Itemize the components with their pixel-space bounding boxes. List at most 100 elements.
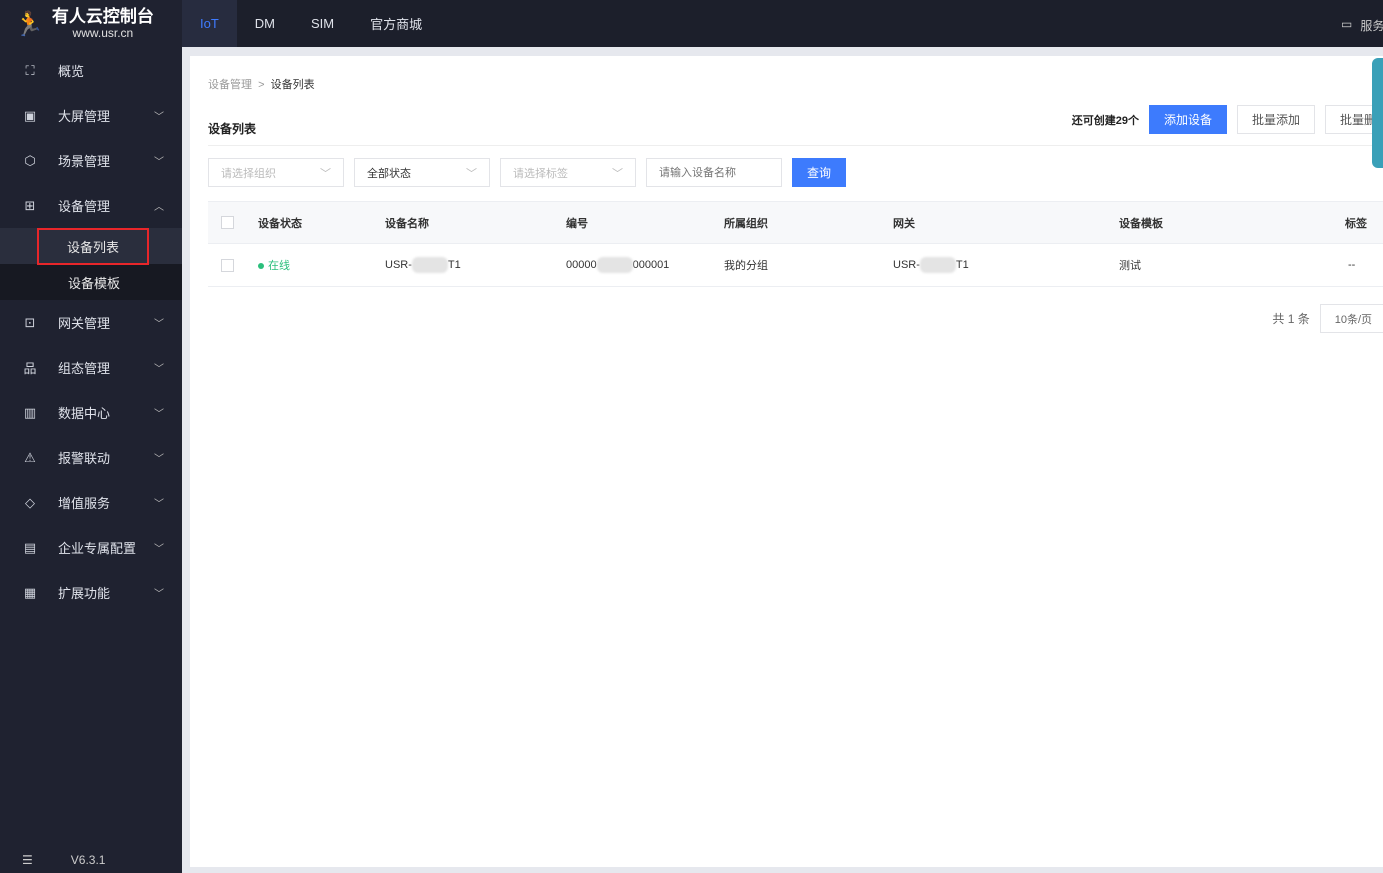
side-panel-handle[interactable] <box>1372 58 1383 168</box>
device-name-input[interactable] <box>646 158 782 187</box>
query-button[interactable]: 查询 <box>792 158 847 187</box>
main-card: 设备管理 > 设备列表 设备列表 还可创建29个 添加设备 批量添加 批量删除 … <box>190 56 1383 867</box>
top-nav: IoT DM SIM 官方商城 ▭ 服务 <box>182 0 1383 47</box>
redacted <box>919 257 956 273</box>
chevron-down-icon: ﹀ <box>466 167 477 180</box>
breadcrumb-device-mgmt[interactable]: 设备管理 <box>208 79 252 91</box>
tab-store[interactable]: 官方商城 <box>352 0 440 47</box>
sidebar-item-7[interactable]: ⚠ 报警联动 ﹀ <box>0 435 182 480</box>
logo[interactable]: 🏃 有人云控制台 www.usr.cn <box>0 0 182 48</box>
chat-icon: ▭ <box>1341 17 1353 31</box>
redacted <box>596 257 633 273</box>
app-url: www.usr.cn <box>72 26 134 40</box>
sidebar-item-3[interactable]: ⊞ 设备管理 ︿ <box>0 183 182 228</box>
chevron-down-icon: ﹀ <box>154 589 164 600</box>
row-checkbox[interactable] <box>221 258 234 272</box>
chevron-down-icon: ﹀ <box>612 167 623 180</box>
enterprise-icon: ▤ <box>23 539 37 555</box>
select-all-checkbox[interactable] <box>221 216 234 229</box>
chevron-down-icon: ﹀ <box>154 454 164 465</box>
sidebar-subitem-label: 设备模板 <box>68 275 121 291</box>
total-count: 共 1 条 <box>1272 312 1310 326</box>
page-size-select[interactable]: 10条/页 <box>1319 304 1383 333</box>
tab-sim[interactable]: SIM <box>293 0 352 47</box>
col-name: 设备名称 <box>385 217 429 230</box>
overview-icon: ⛶ <box>25 62 35 78</box>
sidebar-item-label: 扩展功能 <box>58 586 111 601</box>
version-label: V6.3.1 <box>70 853 106 867</box>
version: ☰ V6.3.1 <box>22 853 105 867</box>
online-dot-icon <box>258 263 264 269</box>
status-text: 在线 <box>268 260 290 272</box>
sidebar-subitem-label: 设备列表 <box>36 227 150 265</box>
name-prefix: USR- <box>385 258 412 271</box>
tab-dm[interactable]: DM <box>237 0 293 47</box>
divider <box>208 145 1383 146</box>
breadcrumb: 设备管理 > 设备列表 <box>208 79 315 91</box>
chevron-down-icon: ﹀ <box>154 319 164 330</box>
template-cell: 测试 <box>1119 260 1141 272</box>
col-template: 设备模板 <box>1119 217 1163 230</box>
sidebar-item-label: 企业专属配置 <box>58 541 137 556</box>
table-header: 设备状态 设备名称 编号 所属组织 网关 设备模板 标签 <box>208 201 1383 244</box>
col-org: 所属组织 <box>724 217 768 230</box>
service-button[interactable]: ▭ 服务 <box>1341 17 1383 34</box>
sn-cell: 00000 000001 <box>566 257 669 273</box>
sidebar: 🏃 有人云控制台 www.usr.cn ⛶ 概览 ▣ 大屏管理 ﹀ ⬡ 场景管理 ﹀ ⊞ 设备管理 ︿… <box>0 0 182 873</box>
scene-icon: ⬡ <box>24 152 36 168</box>
gw-prefix: USR- <box>893 258 920 271</box>
add-device-button[interactable]: 添加设备 <box>1148 105 1227 134</box>
table-row[interactable]: 在线 USR- T1 00000 000001 我的分组 USR- T1 测试 -- <box>208 244 1383 287</box>
diamond-icon: ◇ <box>25 494 35 510</box>
sn-prefix: 00000 <box>566 258 597 271</box>
org-placeholder: 请选择组织 <box>221 167 276 180</box>
logo-icon: 🏃 <box>14 10 44 38</box>
sidebar-item-1[interactable]: ▣ 大屏管理 ﹀ <box>0 93 182 138</box>
sidebar-item-5[interactable]: 品 组态管理 ﹀ <box>0 345 182 390</box>
chevron-down-icon: ﹀ <box>154 112 164 123</box>
sidebar-item-8[interactable]: ◇ 增值服务 ﹀ <box>0 480 182 525</box>
tag-cell: -- <box>1348 259 1356 271</box>
breadcrumb-current: 设备列表 <box>270 79 315 91</box>
sidebar-subitem-0[interactable]: 设备列表 <box>0 227 182 265</box>
sidebar-item-label: 场景管理 <box>58 154 111 169</box>
sn-suffix: 000001 <box>632 258 670 271</box>
sidebar-item-label: 组态管理 <box>58 361 111 376</box>
app-title: 有人云控制台 <box>51 7 154 26</box>
sidebar-item-2[interactable]: ⬡ 场景管理 ﹀ <box>0 138 182 183</box>
device-table: 设备状态 设备名称 编号 所属组织 网关 设备模板 标签 在线 USR- T1 0… <box>208 201 1383 287</box>
sidebar-item-label: 大屏管理 <box>58 109 111 124</box>
col-tag: 标签 <box>1345 217 1367 230</box>
org-select[interactable]: 请选择组织 ﹀ <box>208 158 344 187</box>
chevron-down-icon: ﹀ <box>154 499 164 510</box>
tag-select[interactable]: 请选择标签 ﹀ <box>500 158 636 187</box>
sidebar-item-9[interactable]: ▤ 企业专属配置 ﹀ <box>0 525 182 570</box>
batch-add-button[interactable]: 批量添加 <box>1236 105 1315 134</box>
sidebar-item-0[interactable]: ⛶ 概览 <box>0 48 182 93</box>
name-cell[interactable]: USR- T1 <box>385 257 461 273</box>
sidebar-item-label: 数据中心 <box>58 406 111 421</box>
status-select[interactable]: 全部状态 ﹀ <box>354 158 490 187</box>
chevron-down-icon: ﹀ <box>320 167 331 180</box>
quota-text: 还可创建29个 <box>1071 114 1139 127</box>
sidebar-item-10[interactable]: ▦ 扩展功能 ﹀ <box>0 570 182 615</box>
device-icon: ⊞ <box>24 197 36 213</box>
topology-icon: 品 <box>23 361 37 376</box>
sidebar-subitem-1[interactable]: 设备模板 <box>0 264 182 300</box>
org-cell: 我的分组 <box>724 260 768 272</box>
page-title: 设备列表 <box>208 122 257 136</box>
gateway-icon: ⊡ <box>24 314 36 330</box>
monitor-icon: ▣ <box>23 107 37 123</box>
sidebar-item-6[interactable]: ▥ 数据中心 ﹀ <box>0 390 182 435</box>
chevron-down-icon: ﹀ <box>154 409 164 420</box>
gateway-cell: USR- T1 <box>893 257 969 273</box>
sidebar-item-label: 网关管理 <box>58 316 111 331</box>
col-gateway: 网关 <box>893 217 915 230</box>
chevron-down-icon: ﹀ <box>154 544 164 555</box>
sidebar-item-4[interactable]: ⊡ 网关管理 ﹀ <box>0 300 182 345</box>
service-label: 服务 <box>1360 19 1383 33</box>
alarm-icon: ⚠ <box>24 449 36 465</box>
tab-iot[interactable]: IoT <box>182 0 237 47</box>
col-sn: 编号 <box>566 217 588 230</box>
menu-collapse-icon[interactable]: ☰ <box>22 853 33 867</box>
